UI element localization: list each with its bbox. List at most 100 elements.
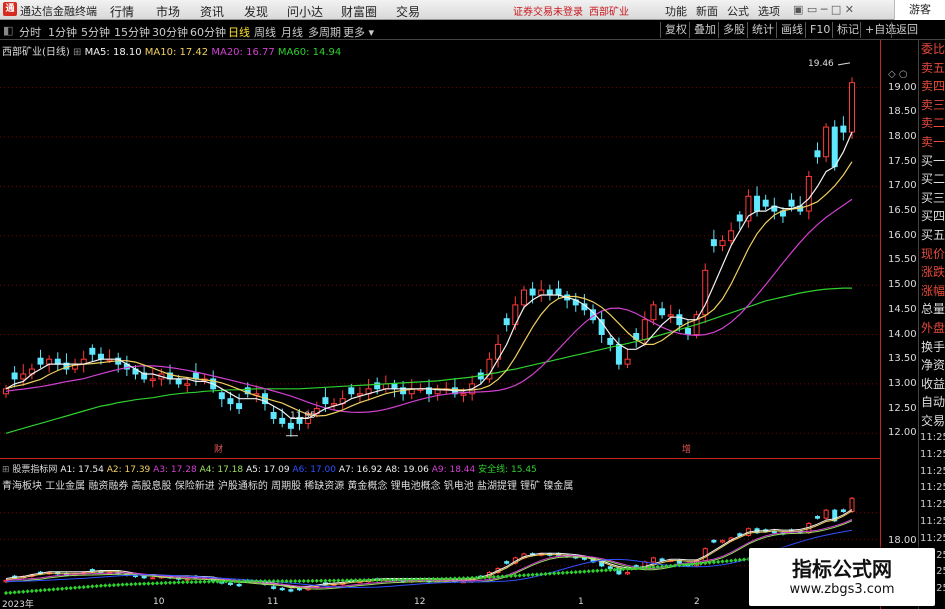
safe-line-dot	[42, 587, 47, 593]
tool-statistics[interactable]: 统计	[747, 22, 774, 38]
safe-line-dot	[543, 571, 548, 577]
indicator-expand-icon[interactable]: ⊞	[2, 465, 10, 475]
period-tab-60min[interactable]: 60分钟	[190, 24, 226, 40]
period-tab-5min[interactable]: 5分钟	[81, 24, 110, 40]
period-tab-multi[interactable]: 多周期	[308, 24, 341, 40]
kline-canvas[interactable]	[0, 40, 880, 458]
tool-draw-line[interactable]: 画线	[776, 22, 803, 38]
safe-line-dot	[293, 578, 298, 584]
indicator-chart[interactable]: ⊞ 股票指标网 A1: 17.54 A2: 17.39 A3: 17.28 A4…	[0, 458, 880, 609]
sidebar-field[interactable]: 买三	[921, 189, 945, 206]
sidebar-field[interactable]: 外盘	[921, 319, 945, 336]
a8-value: A8: 19.06	[385, 465, 429, 475]
tool-new-page[interactable]: 新面	[696, 3, 718, 19]
window-controls[interactable]: ▣ ▭ ─ □ ✕	[793, 3, 854, 16]
menu-item-markets[interactable]: 市场	[156, 3, 180, 20]
candle-body	[736, 214, 743, 222]
menu-item-trade[interactable]: 交易	[396, 3, 420, 20]
sidebar-field[interactable]: 买五	[921, 226, 945, 243]
tool-adjust[interactable]: 复权	[660, 22, 687, 38]
period-tab-intraday[interactable]: 分时	[19, 24, 41, 40]
tool-back[interactable]: 返回	[891, 22, 918, 38]
candle-body	[823, 126, 830, 158]
safe-line-dot	[327, 578, 332, 583]
period-tab-1min[interactable]: 1分钟	[48, 24, 77, 40]
price-tick-label: 14.50	[888, 303, 917, 315]
tool-multi-stock[interactable]: 多股	[718, 22, 745, 38]
sidebar-field[interactable]: 委比	[921, 40, 945, 57]
safe-line-dot	[530, 572, 535, 577]
period-tab-weekly[interactable]: 周线	[254, 24, 276, 40]
candles	[3, 77, 855, 437]
period-tab-more[interactable]: 更多 ▾	[343, 24, 374, 40]
collapse-icon[interactable]: ◧	[3, 24, 13, 37]
safe-line-dot	[12, 590, 17, 595]
menu-item-news[interactable]: 资讯	[200, 3, 224, 20]
concept-tags[interactable]: 青海板块 工业金属 融资融券 高股息股 保险新进 沪股通标的 周期股 稀缺资源 …	[2, 477, 573, 492]
tool-overlay[interactable]: 叠加	[689, 22, 716, 38]
safe-line-dot	[569, 570, 574, 575]
menu-item-fortune[interactable]: 财富圈	[341, 3, 377, 20]
sidebar-field[interactable]: 换手	[921, 338, 945, 355]
sidebar-field[interactable]: 总量	[921, 300, 945, 317]
sidebar-field[interactable]: 卖五	[921, 59, 945, 76]
sidebar-field[interactable]: 卖四	[921, 77, 945, 94]
ma5-line	[5, 131, 853, 419]
sidebar-field[interactable]: 净资	[921, 356, 945, 373]
safe-line-dot	[461, 576, 466, 581]
tool-f10[interactable]: F10	[805, 22, 830, 38]
safe-line-dot	[120, 582, 125, 587]
login-status[interactable]: 证券交易未登录	[513, 3, 583, 18]
tool-function[interactable]: 功能	[665, 3, 687, 19]
candle-body	[97, 353, 104, 360]
sidebar-field[interactable]: 卖二	[921, 114, 945, 131]
candle-body	[650, 304, 657, 321]
info-expand-icon[interactable]: ⊞	[73, 47, 81, 58]
main-kline-chart[interactable]: 西部矿业(日线) ⊞ MA5: 18.10 MA10: 17.42 MA20: …	[0, 40, 880, 458]
period-tab-30min[interactable]: 30分钟	[152, 24, 188, 40]
a9-value: A9: 18.44	[431, 465, 476, 475]
ma-info-line: 西部矿业(日线) ⊞ MA5: 18.10 MA10: 17.42 MA20: …	[2, 43, 341, 58]
safe-line-dot	[142, 581, 147, 586]
axis-settings-icon[interactable]: ◇ ○	[888, 69, 908, 80]
candle-body	[54, 358, 61, 365]
candle-body	[849, 82, 855, 133]
menu-item-market[interactable]: 行情	[110, 3, 134, 20]
indicator-body	[279, 587, 285, 591]
sidebar-field[interactable]: 卖一	[921, 133, 945, 150]
sidebar-field[interactable]: 涨跌	[921, 263, 945, 280]
event-mark-increase[interactable]: 增	[682, 442, 691, 455]
period-tab-15min[interactable]: 15分钟	[114, 24, 150, 40]
indicator-body	[711, 539, 717, 543]
sidebar-field[interactable]: 收益	[921, 375, 945, 392]
sidebar-field[interactable]: 买四	[921, 207, 945, 224]
indicator-body	[297, 587, 303, 591]
period-tab-monthly[interactable]: 月线	[281, 24, 303, 40]
price-tick-label: 16.50	[888, 205, 917, 217]
safe-line-dot	[573, 569, 578, 575]
price-tick-label: 15.50	[888, 254, 917, 266]
sidebar-field[interactable]: 卖三	[921, 96, 945, 113]
tool-formula[interactable]: 公式	[727, 3, 749, 19]
sidebar-field[interactable]: 买二	[921, 170, 945, 187]
period-tab-daily[interactable]: 日线	[228, 24, 250, 40]
sidebar-field[interactable]: 自动	[921, 393, 945, 410]
indicator-body	[659, 558, 665, 562]
price-tick-label: 19.00	[888, 81, 917, 93]
menu-item-discover[interactable]: 发现	[244, 3, 268, 20]
tick-time-label: 11:25	[920, 499, 945, 511]
sidebar-field[interactable]: 现价	[921, 245, 945, 262]
sidebar-field[interactable]: 涨幅	[921, 282, 945, 299]
date-label-jan: 1	[578, 597, 584, 607]
tool-options[interactable]: 选项	[758, 3, 780, 19]
indicator-body	[271, 586, 277, 589]
price-tick-label: 12.50	[888, 402, 917, 414]
safe-line-dot	[318, 578, 324, 583]
sidebar-field[interactable]: 交易	[921, 412, 945, 429]
event-mark-finance[interactable]: 财	[214, 442, 223, 455]
indicator-tick-label: 18.00	[888, 535, 917, 546]
guest-login-button[interactable]: 游客	[894, 0, 945, 20]
sidebar-field[interactable]: 买一	[921, 152, 945, 169]
tool-mark[interactable]: 标记	[832, 22, 859, 38]
menu-item-xiaoda[interactable]: 问小达	[287, 3, 323, 20]
